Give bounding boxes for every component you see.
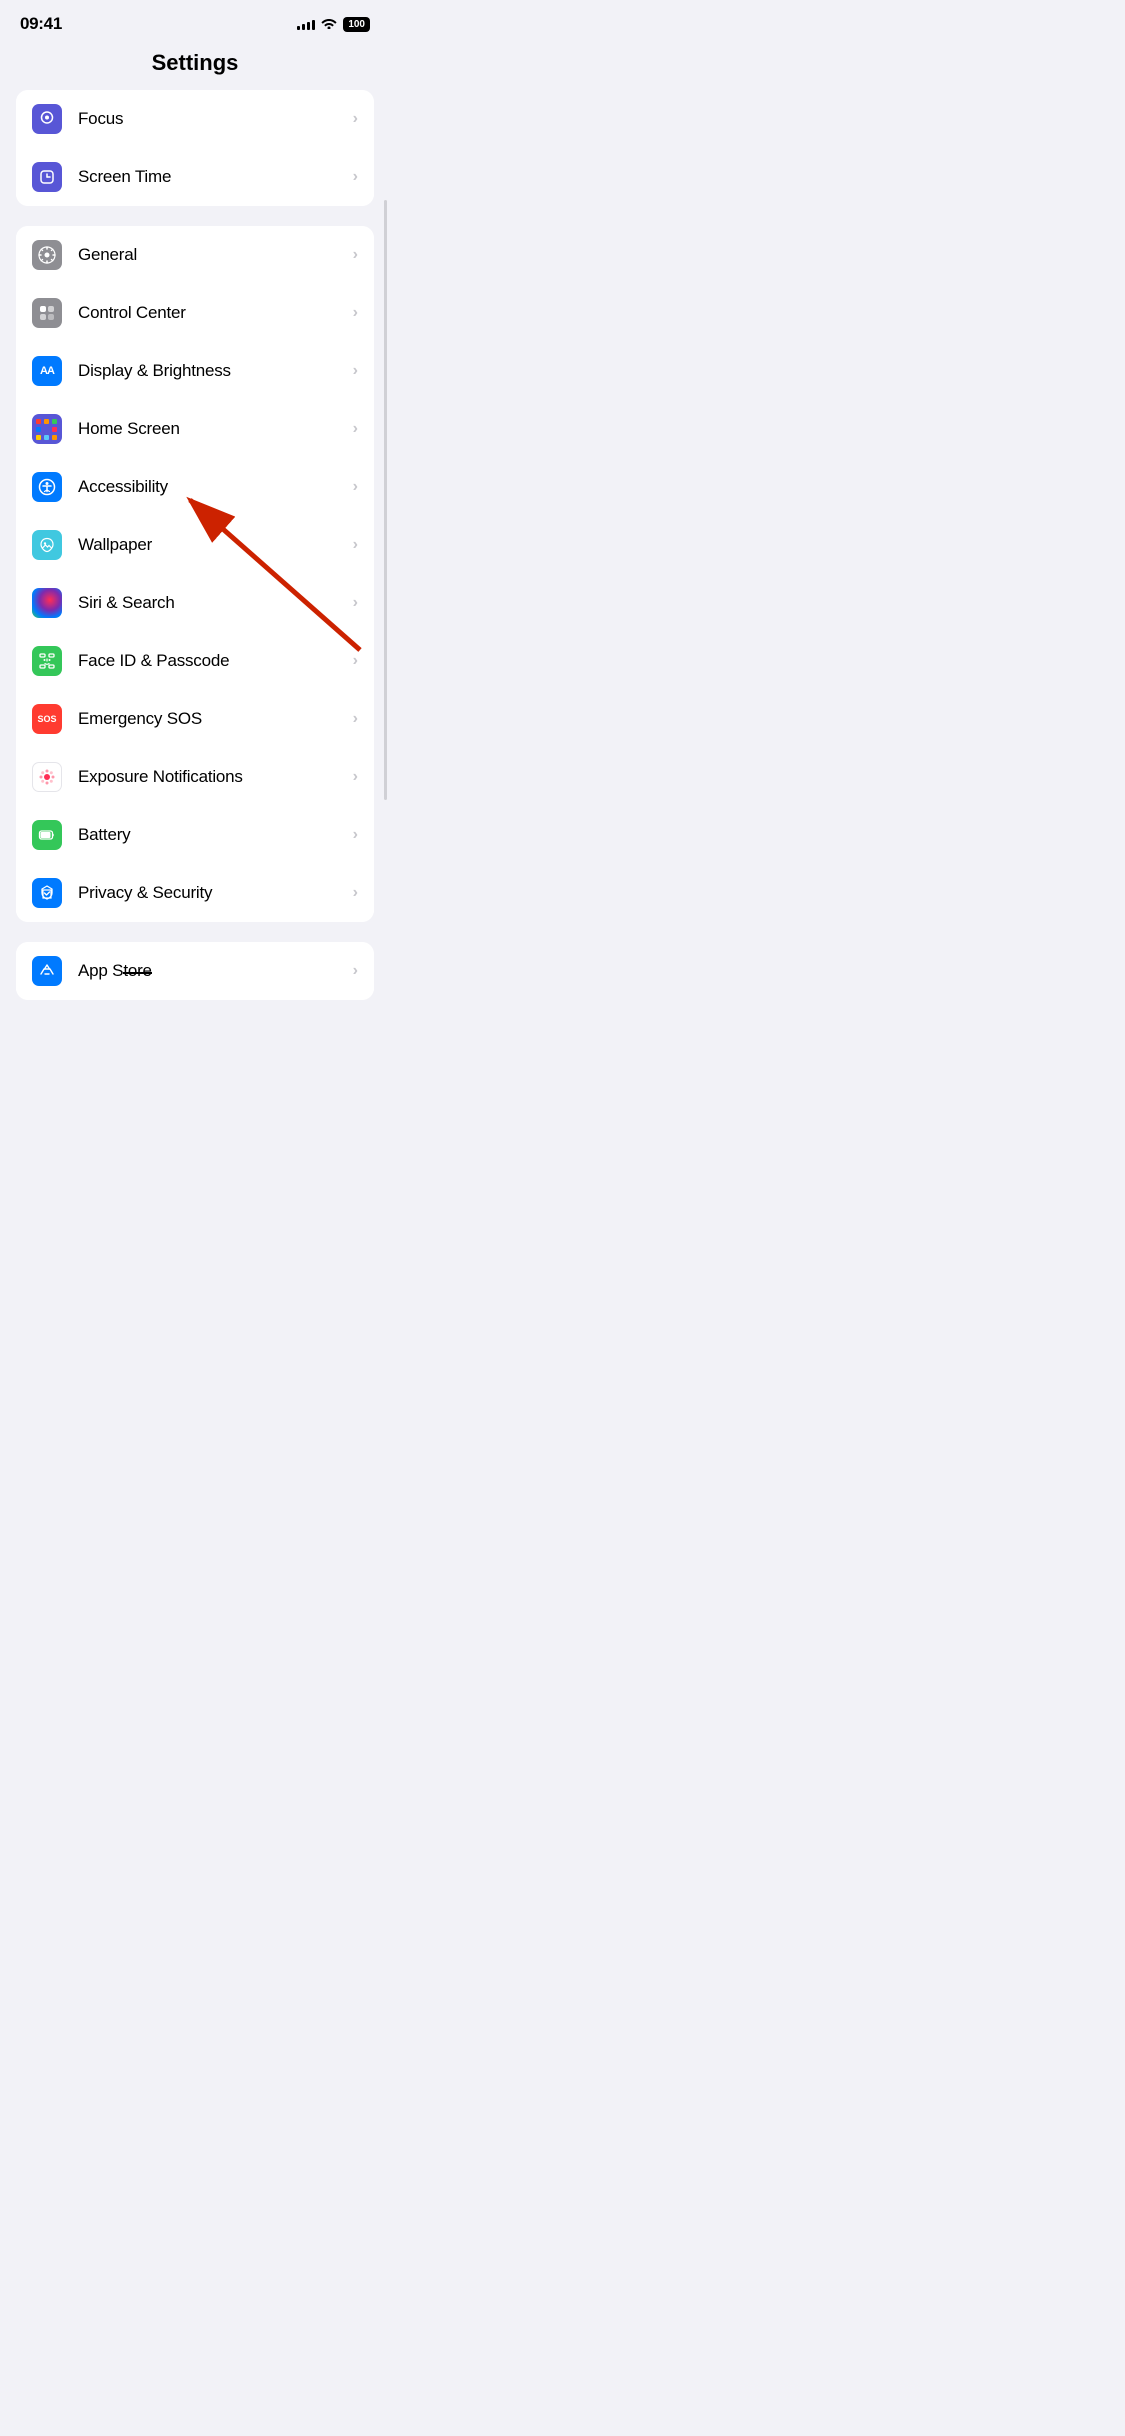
display-chevron: › — [353, 362, 358, 380]
settings-item-app-store[interactable]: App Store › — [16, 942, 374, 1000]
wallpaper-label: Wallpaper — [78, 535, 345, 555]
home-screen-label: Home Screen — [78, 419, 345, 439]
general-icon — [32, 240, 62, 270]
wifi-icon — [321, 17, 337, 32]
status-icons: 100 — [297, 17, 370, 32]
app-store-chevron: › — [353, 962, 358, 980]
exposure-icon — [32, 762, 62, 792]
screen-time-label: Screen Time — [78, 167, 345, 187]
battery-icon: 100 — [343, 17, 370, 32]
control-center-label: Control Center — [78, 303, 345, 323]
settings-item-focus[interactable]: Focus › — [16, 90, 374, 148]
battery-label: Battery — [78, 825, 345, 845]
settings-item-display[interactable]: AA Display & Brightness › — [16, 342, 374, 400]
emergency-sos-chevron: › — [353, 710, 358, 728]
settings-item-emergency-sos[interactable]: SOS Emergency SOS › — [16, 690, 374, 748]
battery-chevron: › — [353, 826, 358, 844]
face-id-icon — [32, 646, 62, 676]
general-chevron: › — [353, 246, 358, 264]
settings-item-face-id[interactable]: Face ID & Passcode › — [16, 632, 374, 690]
settings-item-siri[interactable]: Siri & Search › — [16, 574, 374, 632]
settings-item-battery[interactable]: Battery › — [16, 806, 374, 864]
focus-icon — [32, 104, 62, 134]
focus-label: Focus — [78, 109, 345, 129]
settings-group-3: App Store › — [16, 942, 374, 1000]
face-id-chevron: › — [353, 652, 358, 670]
wallpaper-chevron: › — [353, 536, 358, 554]
screen-time-icon — [32, 162, 62, 192]
app-store-icon — [32, 956, 62, 986]
focus-chevron: › — [353, 110, 358, 128]
page-title: Settings — [0, 42, 390, 90]
privacy-label: Privacy & Security — [78, 883, 345, 903]
emergency-sos-icon: SOS — [32, 704, 62, 734]
settings-group-2: General › Control Center › AA Display & … — [16, 226, 374, 922]
settings-item-privacy[interactable]: Privacy & Security › — [16, 864, 374, 922]
settings-group-1: Focus › Screen Time › — [16, 90, 374, 206]
display-icon: AA — [32, 356, 62, 386]
general-label: General — [78, 245, 345, 265]
siri-icon — [32, 588, 62, 618]
screen-time-chevron: › — [353, 168, 358, 186]
settings-item-home-screen[interactable]: Home Screen › — [16, 400, 374, 458]
accessibility-chevron: › — [353, 478, 358, 496]
settings-item-general[interactable]: General › — [16, 226, 374, 284]
face-id-label: Face ID & Passcode — [78, 651, 345, 671]
battery-icon — [32, 820, 62, 850]
privacy-chevron: › — [353, 884, 358, 902]
exposure-chevron: › — [353, 768, 358, 786]
siri-label: Siri & Search — [78, 593, 345, 613]
exposure-label: Exposure Notifications — [78, 767, 345, 787]
scroll-indicator — [384, 200, 387, 800]
app-store-label: App Store — [78, 961, 345, 981]
settings-item-control-center[interactable]: Control Center › — [16, 284, 374, 342]
display-label: Display & Brightness — [78, 361, 345, 381]
wallpaper-icon — [32, 530, 62, 560]
privacy-icon — [32, 878, 62, 908]
home-screen-chevron: › — [353, 420, 358, 438]
settings-item-accessibility[interactable]: Accessibility › — [16, 458, 374, 516]
control-center-icon — [32, 298, 62, 328]
status-bar: 09:41 100 — [0, 0, 390, 42]
settings-item-wallpaper[interactable]: Wallpaper › — [16, 516, 374, 574]
signal-icon — [297, 18, 315, 30]
siri-chevron: › — [353, 594, 358, 612]
emergency-sos-label: Emergency SOS — [78, 709, 345, 729]
control-center-chevron: › — [353, 304, 358, 322]
accessibility-label: Accessibility — [78, 477, 345, 497]
home-screen-icon — [32, 414, 62, 444]
settings-item-exposure[interactable]: Exposure Notifications › — [16, 748, 374, 806]
status-time: 09:41 — [20, 14, 62, 34]
settings-item-screen-time[interactable]: Screen Time › — [16, 148, 374, 206]
accessibility-icon — [32, 472, 62, 502]
